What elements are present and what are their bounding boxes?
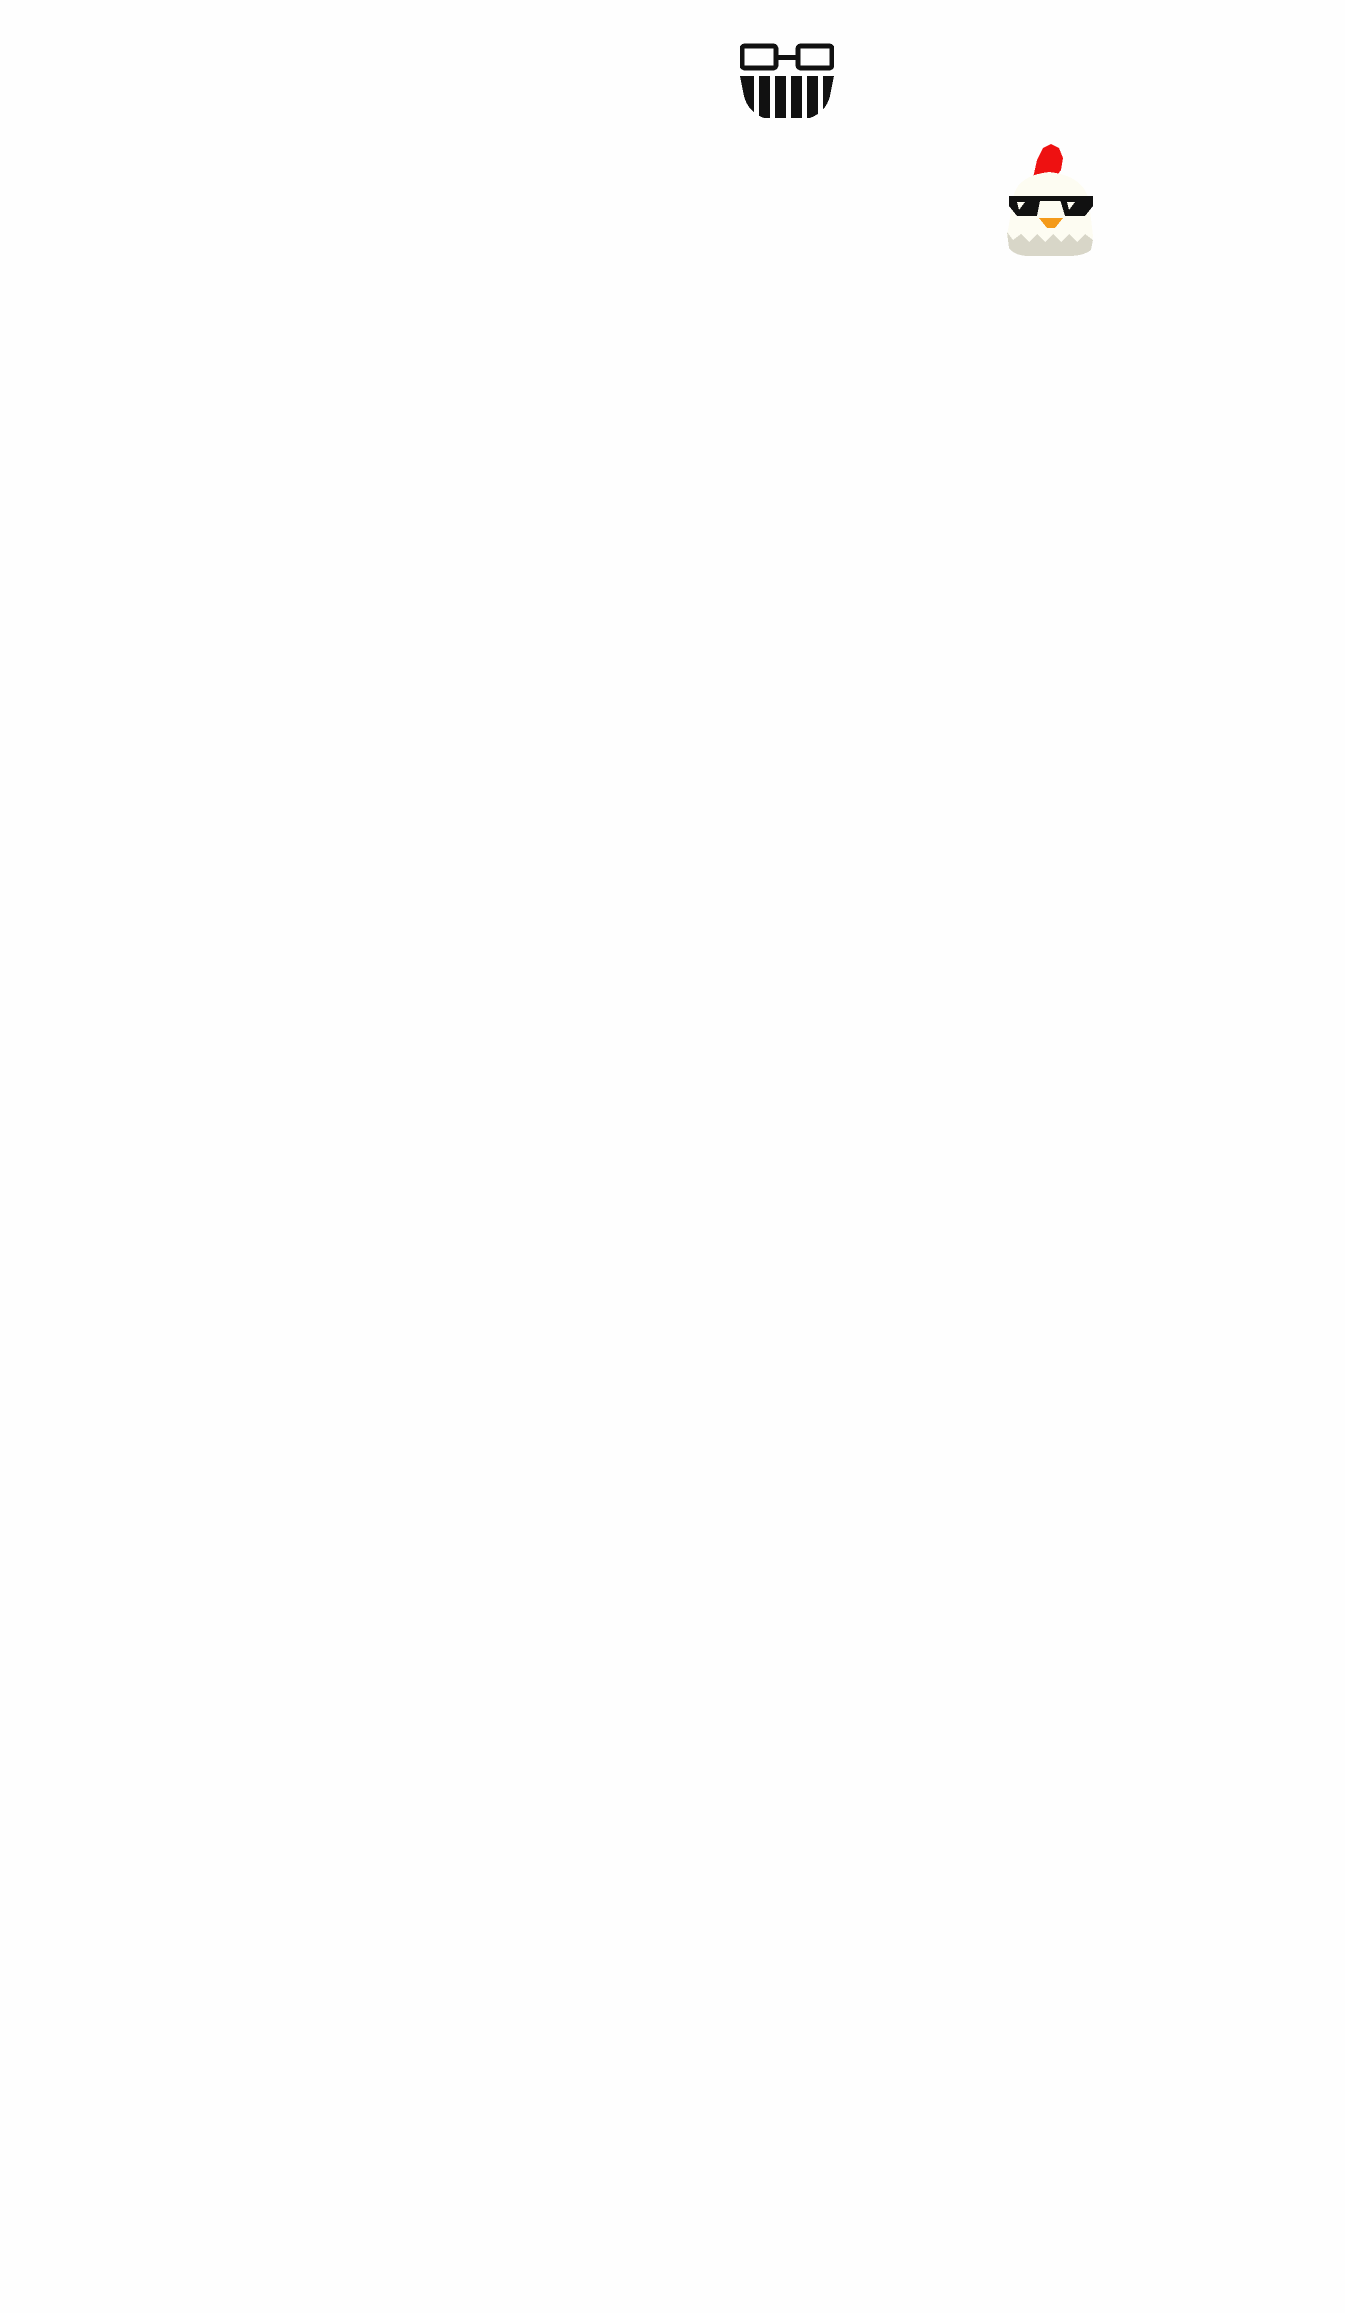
page-canvas [0,0,1345,2313]
glasses-barcode-logo-icon[interactable] [740,42,834,118]
chicken-with-sunglasses-icon [1003,140,1097,256]
